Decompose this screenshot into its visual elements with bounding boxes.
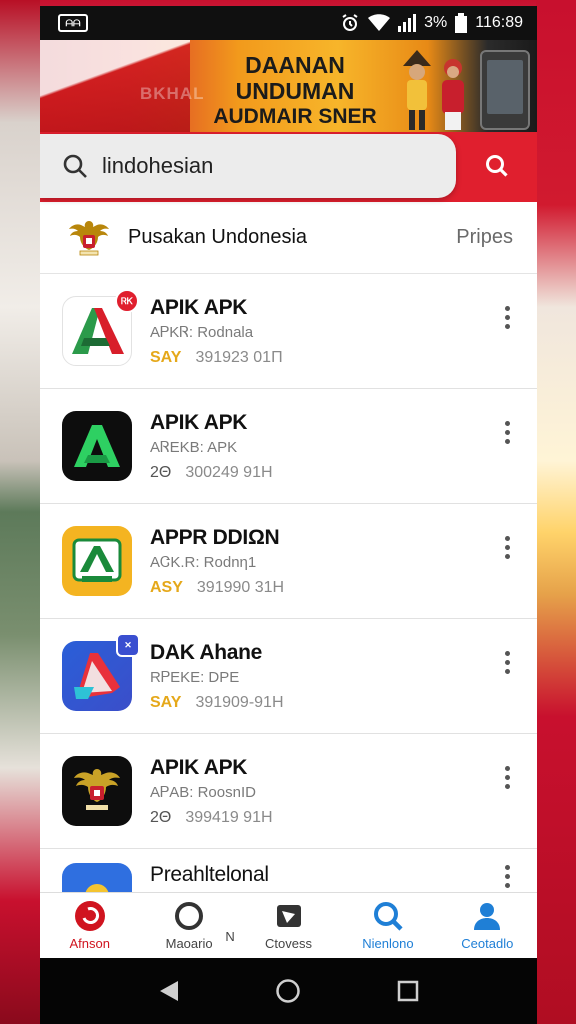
search-input[interactable]: lindohesian: [40, 134, 456, 198]
alarm-icon: [340, 13, 360, 33]
app-meta: 391909-91H: [195, 693, 284, 711]
search-icon: [486, 155, 508, 177]
circle-icon: [175, 902, 204, 930]
app-name: APPR DDIΩN: [150, 525, 280, 549]
search-query: lindohesian: [102, 153, 214, 178]
app-subtitle: AᏢKᏒ: Rodnala: [150, 323, 254, 341]
nav-label: Nienlono: [362, 936, 414, 951]
search-icon: [63, 154, 87, 178]
promo-banner[interactable]: BKHAL DAANAN UNDUMAN AUDMAIR SNER H168: [40, 40, 537, 132]
background-right: [536, 0, 576, 1024]
app-icon-apik-red: ᏒᏦ: [62, 289, 139, 366]
app-icon-appr-yellow: [62, 526, 132, 596]
phone-screen: ᗩᗩ 3% 116:89 BKHAL DAANAN UNDUMAN AUDMAI…: [40, 6, 537, 1024]
app-list: ᏒᏦ APIK APK AᏢKᏒ: Rodnala SAY 391923 01Π …: [40, 274, 537, 899]
app-tag: SAY: [150, 348, 182, 366]
garuda-emblem-icon: [69, 220, 109, 255]
nav-label: Ctovess: [265, 936, 312, 951]
app-meta: 399419 91H: [185, 808, 273, 826]
home-icon: [74, 901, 105, 931]
section-header: Pusakan Undonesia Pripes: [40, 202, 537, 274]
signal-icon: [398, 14, 417, 32]
app-icon-garuda: [62, 756, 132, 826]
battery-percent: 3%: [424, 14, 448, 31]
app-badge: ✕: [116, 633, 140, 657]
battery-icon: [455, 13, 468, 33]
more-options-icon[interactable]: [495, 417, 519, 447]
app-meta: 300249 91H: [185, 463, 273, 481]
more-options-icon[interactable]: [495, 302, 519, 332]
list-item[interactable]: APIK APK AᏢAB: RoosnID 2Θ 399419 91H: [40, 734, 537, 849]
background-left: [0, 0, 40, 1024]
banner-title-line1: DAANAN UNDUMAN: [235, 52, 355, 104]
app-meta: 391923 01Π: [195, 348, 283, 366]
more-options-icon[interactable]: [495, 762, 519, 792]
nav-label: Ceotadlo: [461, 936, 514, 951]
list-item[interactable]: APPR DDIΩN AᏣK.R: Rodnη1 ASY 391990 31H: [40, 504, 537, 619]
section-title: Pusakan Undonesia: [128, 226, 308, 248]
nav-item-ctovess[interactable]: Ctovess: [239, 893, 338, 958]
banner-title-line2: AUDMAIR SNER H168: [213, 105, 377, 132]
notification-text: ᗩᗩ: [65, 17, 81, 28]
wifi-icon: [368, 14, 391, 32]
bottom-navigation: Afnson Maoario N Ctovess Nienlono Ceotad…: [40, 892, 537, 958]
app-meta: 391990 31H: [196, 578, 285, 596]
nav-item-profile[interactable]: Ceotadlo: [438, 893, 537, 958]
search-button[interactable]: [479, 148, 515, 184]
app-badge: ᏒᏦ: [115, 289, 139, 313]
tablet-icon: [276, 905, 301, 927]
app-name: APIK APK: [150, 295, 248, 319]
banner-title: DAANAN UNDUMAN AUDMAIR SNER H168: [190, 52, 400, 132]
app-name: DAK Ahane: [150, 640, 263, 664]
back-icon[interactable]: [158, 979, 180, 1003]
app-name: Preahltelonal: [150, 863, 269, 886]
home-button-icon[interactable]: [275, 978, 301, 1004]
status-bar: ᗩᗩ 3% 116:89: [40, 6, 537, 40]
app-icon-apik-dark: [62, 411, 132, 481]
app-tag: SAY: [150, 693, 182, 711]
app-name: APIK APK: [150, 410, 248, 434]
nav-label: Afnson: [69, 936, 110, 951]
list-item[interactable]: ᏒᏦ APIK APK AᏢKᏒ: Rodnala SAY 391923 01Π: [40, 274, 537, 389]
search-bar: lindohesian: [40, 132, 537, 202]
more-options-icon[interactable]: [495, 861, 519, 891]
nav-extra-letter: N: [225, 929, 235, 944]
nav-item-home[interactable]: Afnson: [40, 893, 139, 958]
app-subtitle: AᏢAB: RoosnID: [150, 783, 256, 801]
app-subtitle: RᏢEKE: DPE: [150, 668, 240, 686]
app-icon-dak-blue: ✕: [62, 633, 140, 711]
system-navigation-bar: [40, 958, 537, 1024]
more-options-icon[interactable]: [495, 647, 519, 677]
notification-icon: ᗩᗩ: [58, 14, 88, 32]
app-tag: 2Θ: [150, 463, 172, 481]
app-subtitle: AᏒEKB: APK: [150, 438, 238, 456]
device-illustration: [480, 50, 530, 130]
list-item[interactable]: ✕ DAK Ahane RᏢEKE: DPE SAY 391909-91H: [40, 619, 537, 734]
recents-icon[interactable]: [397, 980, 419, 1002]
app-tag: ASY: [150, 578, 183, 596]
more-options-icon[interactable]: [495, 532, 519, 562]
search-icon: [373, 902, 403, 931]
app-name: APIK APK: [150, 755, 248, 779]
people-illustration: [403, 50, 464, 130]
list-item[interactable]: APIK APK AᏒEKB: APK 2Θ 300249 91H: [40, 389, 537, 504]
section-link[interactable]: Pripes: [456, 226, 513, 249]
nav-label: Maoario: [165, 936, 213, 951]
app-subtitle: AᏣK.R: Rodnη1: [150, 553, 257, 571]
nav-item-search[interactable]: Nienlono: [338, 893, 437, 958]
app-tag: 2Θ: [150, 808, 172, 826]
clock: 116:89: [475, 14, 523, 31]
profile-icon: [474, 903, 501, 930]
nav-item-maoario[interactable]: Maoario N: [139, 893, 238, 958]
